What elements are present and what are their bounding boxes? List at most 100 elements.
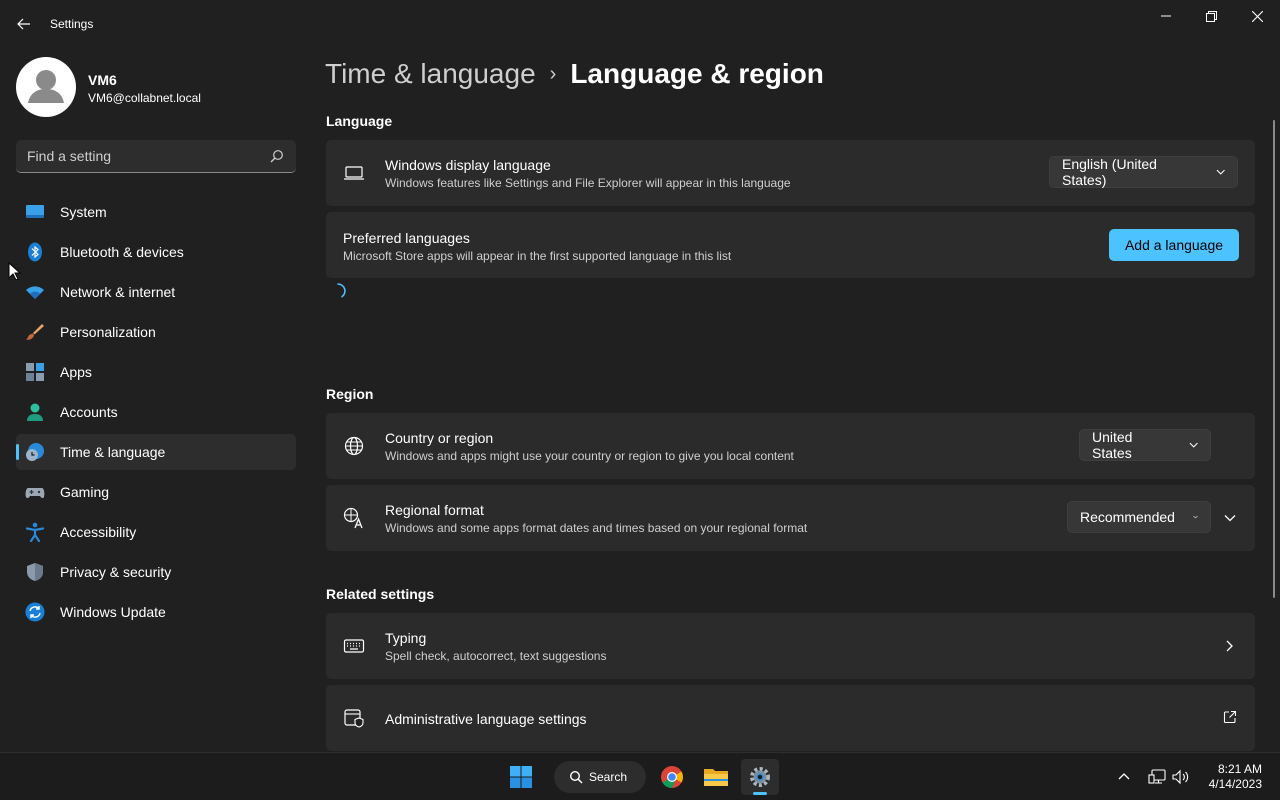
selection-indicator: [16, 444, 19, 460]
preferred-languages-description: Microsoft Store apps will appear in the …: [343, 249, 732, 263]
page-title: Language & region: [570, 58, 824, 89]
search-icon[interactable]: [270, 149, 284, 163]
taskbar: Search 8:21 AM 4/14/2023: [0, 752, 1280, 800]
nav-label: Accounts: [60, 404, 118, 420]
typing-description: Spell check, autocorrect, text suggestio…: [385, 649, 607, 663]
breadcrumb-parent[interactable]: Time & language: [325, 58, 536, 90]
country-region-dropdown[interactable]: United States: [1079, 429, 1211, 461]
regional-format-description: Windows and some apps format dates and t…: [385, 521, 808, 535]
settings-search: [16, 140, 296, 173]
globe-icon: [344, 436, 364, 456]
close-icon: [1251, 10, 1263, 22]
sidebar: VM6 VM6@collabnet.local System Bluetooth…: [0, 48, 310, 752]
show-hidden-icons-button[interactable]: [1112, 759, 1136, 795]
regional-format-card[interactable]: Regional format Windows and some apps fo…: [326, 485, 1255, 551]
taskbar-file-explorer[interactable]: [698, 759, 734, 795]
dropdown-value: United States: [1092, 429, 1133, 461]
taskbar-clock[interactable]: 8:21 AM 4/14/2023: [1209, 762, 1262, 792]
keyboard-icon: [343, 639, 365, 653]
nav-item-gaming[interactable]: Gaming: [16, 474, 296, 510]
update-icon: [25, 602, 45, 622]
admin-language-card[interactable]: Administrative language settings: [326, 685, 1255, 751]
expand-chevron-icon[interactable]: [1223, 511, 1237, 525]
country-region-description: Windows and apps might use your country …: [385, 449, 794, 463]
nav-label: Accessibility: [60, 524, 137, 540]
accessibility-icon: [25, 522, 45, 542]
nav-item-accounts[interactable]: Accounts: [16, 394, 296, 430]
nav-item-privacy[interactable]: Privacy & security: [16, 554, 296, 590]
user-email: VM6@collabnet.local: [88, 91, 201, 105]
language-format-icon: [343, 507, 363, 529]
open-external-icon: [1223, 710, 1237, 724]
add-language-button[interactable]: Add a language: [1109, 229, 1239, 261]
gamepad-icon: [25, 488, 45, 499]
title-bar: Settings: [0, 0, 1280, 48]
apps-icon: [26, 363, 44, 381]
nav-label: Personalization: [60, 324, 156, 340]
typing-card[interactable]: Typing Spell check, autocorrect, text su…: [326, 613, 1255, 679]
close-button[interactable]: [1234, 0, 1280, 32]
volume-button[interactable]: [1170, 759, 1192, 795]
breadcrumb-separator: ›: [549, 62, 557, 85]
avatar[interactable]: [16, 57, 76, 117]
restore-button[interactable]: [1188, 0, 1234, 32]
nav-item-apps[interactable]: Apps: [16, 354, 296, 390]
display-language-dropdown[interactable]: English (United States): [1049, 156, 1238, 188]
clock-time: 8:21 AM: [1217, 762, 1262, 776]
main-content: Time & language › Language & region Lang…: [310, 48, 1268, 752]
user-name: VM6: [88, 72, 117, 88]
gear-icon: [750, 767, 770, 787]
nav-label: Bluetooth & devices: [60, 244, 184, 260]
preferred-languages-title: Preferred languages: [343, 230, 470, 246]
restore-icon: [1205, 10, 1217, 22]
windows-logo-icon: [510, 766, 532, 788]
nav-item-personalization[interactable]: Personalization: [16, 314, 296, 350]
nav-label: Network & internet: [60, 284, 176, 300]
nav-item-time-language[interactable]: Time & language: [16, 434, 296, 470]
back-button[interactable]: [8, 8, 40, 40]
chevron-down-icon: [1216, 169, 1225, 175]
preferred-languages-card: Preferred languages Microsoft Store apps…: [326, 212, 1255, 278]
clock-date: 4/14/2023: [1208, 777, 1262, 791]
taskbar-chrome[interactable]: [654, 759, 690, 795]
taskbar-settings[interactable]: [741, 759, 779, 795]
regional-format-title: Regional format: [385, 502, 484, 518]
search-input[interactable]: [16, 140, 296, 172]
section-title-region: Region: [326, 386, 374, 402]
loading-spinner-icon: [337, 283, 346, 298]
nav-label: Apps: [60, 364, 92, 380]
nav-item-network[interactable]: Network & internet: [16, 274, 296, 310]
admin-shield-window-icon: [344, 709, 364, 728]
regional-format-dropdown[interactable]: Recommended: [1067, 501, 1211, 533]
nav-label: Gaming: [60, 484, 110, 500]
display-language-description: Windows features like Settings and File …: [385, 176, 791, 190]
nav-item-system[interactable]: System: [16, 194, 296, 230]
nav-item-accessibility[interactable]: Accessibility: [16, 514, 296, 550]
chrome-icon: [661, 766, 683, 788]
chevron-up-icon: [1118, 773, 1130, 780]
country-region-card: Country or region Windows and apps might…: [326, 413, 1255, 479]
mouse-cursor-icon: [8, 262, 22, 281]
laptop-icon: [344, 166, 364, 180]
system-icon: [26, 205, 44, 218]
network-status-button[interactable]: [1144, 759, 1170, 795]
nav-label: Windows Update: [60, 604, 166, 620]
user-silhouette-icon: [28, 70, 64, 103]
nav-list: System Bluetooth & devices Network & int…: [16, 194, 296, 634]
wifi-icon: [26, 286, 44, 299]
taskbar-search-button[interactable]: Search: [554, 761, 646, 793]
nav-item-bluetooth[interactable]: Bluetooth & devices: [16, 234, 296, 270]
bluetooth-icon: [28, 242, 42, 262]
taskbar-search-label: Search: [589, 770, 628, 784]
country-region-title: Country or region: [385, 430, 494, 446]
nav-label: Privacy & security: [60, 564, 172, 580]
nav-item-windows-update[interactable]: Windows Update: [16, 594, 296, 630]
start-button[interactable]: [502, 759, 540, 795]
globe-clock-icon: [26, 443, 44, 461]
minimize-button[interactable]: [1143, 0, 1189, 32]
admin-language-title: Administrative language settings: [385, 711, 587, 727]
minimize-icon: [1161, 15, 1171, 17]
person-icon: [27, 403, 43, 421]
display-language-title: Windows display language: [385, 157, 551, 173]
scrollbar[interactable]: [1273, 120, 1275, 598]
